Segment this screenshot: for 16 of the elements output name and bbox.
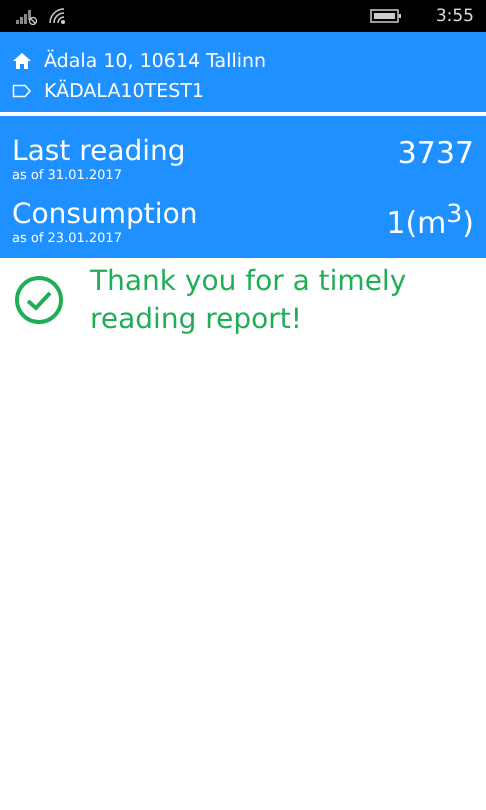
meter-id: KÄDALA10TEST1 bbox=[44, 80, 204, 102]
tag-icon bbox=[12, 84, 32, 98]
address-text: Ädala 10, 10614 Tallinn bbox=[44, 50, 266, 72]
thank-you-message: Thank you for a timely reading report! bbox=[90, 263, 408, 337]
home-icon bbox=[12, 52, 32, 70]
wifi-icon bbox=[48, 7, 68, 25]
reading-title: Last reading bbox=[12, 134, 186, 168]
reading-date: as of 23.01.2017 bbox=[12, 231, 123, 246]
reading-date: as of 31.01.2017 bbox=[12, 168, 123, 183]
reading-value: 1(m$^{3}$) bbox=[386, 199, 474, 241]
battery-icon bbox=[370, 8, 402, 24]
signal-icon bbox=[16, 7, 38, 25]
check-circle-icon bbox=[14, 275, 64, 325]
clock-time: 3:55 bbox=[436, 6, 474, 26]
reading-value: 3737 bbox=[398, 136, 474, 171]
reading-title: Consumption bbox=[12, 197, 198, 231]
